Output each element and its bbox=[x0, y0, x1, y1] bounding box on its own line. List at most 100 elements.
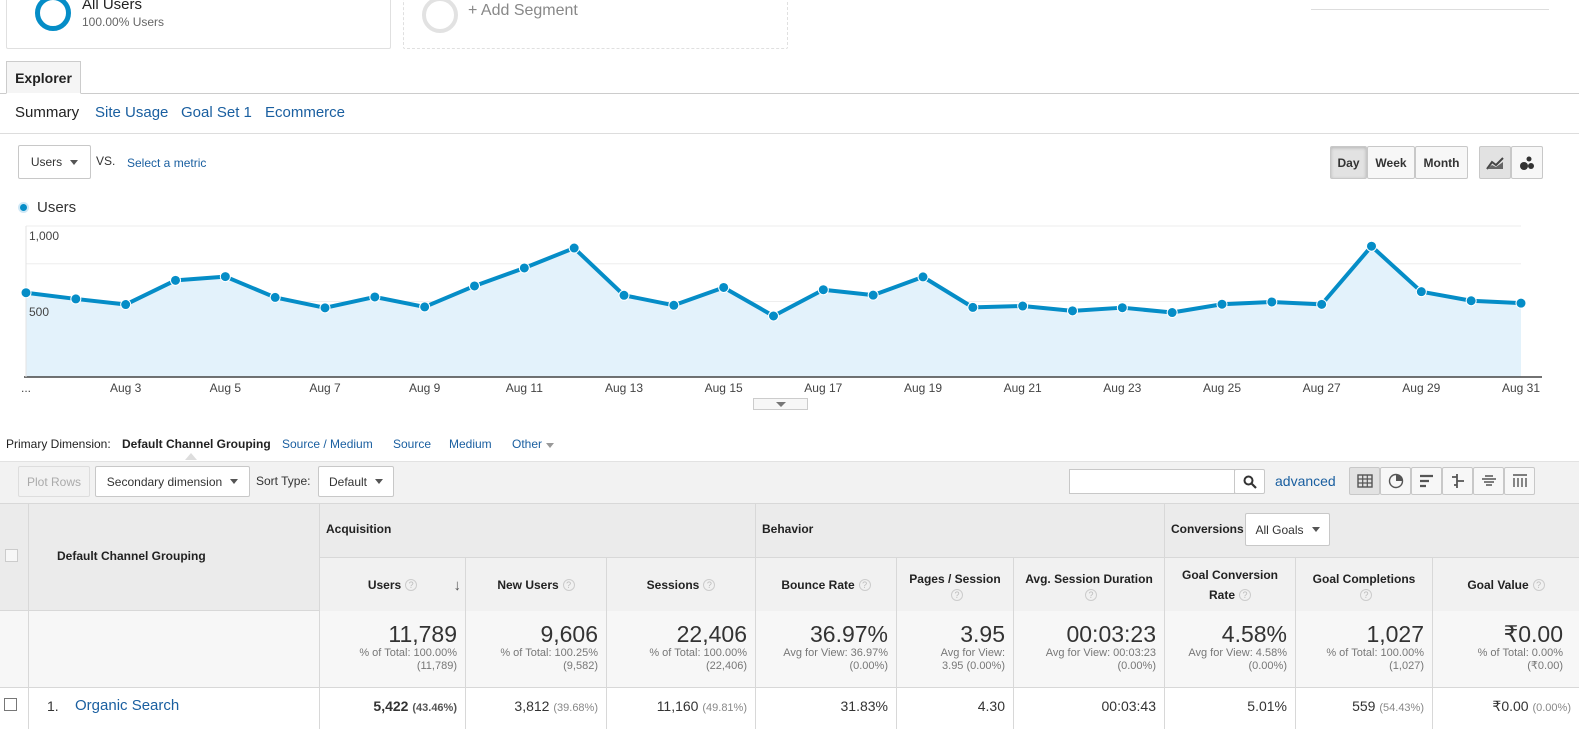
total-sessions-l1: % of Total: 100.00% bbox=[649, 647, 747, 659]
total-sessions-value: 22,406 bbox=[676, 621, 747, 647]
segment-all-users[interactable]: All Users 100.00% Users bbox=[6, 0, 391, 49]
help-icon[interactable]: ? bbox=[562, 579, 575, 592]
week-label: Week bbox=[1375, 155, 1407, 170]
header-checkbox[interactable] bbox=[5, 549, 18, 562]
total-users-value: 11,789 bbox=[388, 621, 457, 647]
x-tick-label: Aug 15 bbox=[704, 381, 743, 395]
metric-select[interactable]: Users bbox=[18, 145, 91, 179]
row-index: 1. bbox=[47, 698, 59, 714]
add-segment[interactable]: + Add Segment bbox=[403, 0, 788, 49]
x-tick-label: Aug 21 bbox=[1003, 381, 1042, 395]
row-users-value: 5,422 bbox=[373, 698, 409, 714]
col-bounce-rate-label: Bounce Rate bbox=[781, 577, 855, 592]
subtab-site-usage[interactable]: Site Usage bbox=[95, 104, 168, 121]
subtab-summary[interactable]: Summary bbox=[15, 104, 79, 121]
total-avg-duration-l1: Avg for View: 00:03:23 bbox=[1045, 647, 1156, 659]
col-goal-completions-label: Goal Completions bbox=[1312, 571, 1416, 586]
col-bounce-rate[interactable]: Bounce Rate? bbox=[756, 558, 896, 611]
col-goal-conv-rate-label-2: Rate bbox=[1208, 587, 1235, 602]
month-label: Month bbox=[1423, 155, 1460, 170]
data-point bbox=[1216, 298, 1228, 310]
total-new-users-value: 9,606 bbox=[540, 621, 598, 647]
col-avg-duration[interactable]: Avg. Session Duration? bbox=[1014, 558, 1164, 611]
dimension-medium[interactable]: Medium bbox=[449, 437, 492, 451]
view-table-button[interactable] bbox=[1349, 467, 1380, 495]
sort-type-select[interactable]: Default bbox=[318, 466, 394, 497]
sort-type-label: Sort Type: bbox=[256, 474, 311, 488]
line-chart-button[interactable] bbox=[1479, 146, 1511, 179]
help-icon[interactable]: ? bbox=[951, 588, 963, 601]
view-performance-button[interactable] bbox=[1411, 467, 1442, 495]
x-tick-label: Aug 5 bbox=[209, 381, 242, 395]
data-point bbox=[419, 301, 431, 313]
help-icon[interactable]: ? bbox=[1239, 589, 1251, 602]
data-point bbox=[1515, 297, 1527, 309]
dimension-source-medium[interactable]: Source / Medium bbox=[282, 437, 373, 451]
day-button[interactable]: Day bbox=[1330, 146, 1367, 179]
data-point bbox=[1166, 307, 1178, 319]
total-pages-session: 3.95 Avg for View: 3.95 (0.00%) bbox=[897, 621, 1013, 673]
table-search-button[interactable] bbox=[1234, 469, 1265, 494]
view-pie-button[interactable] bbox=[1380, 467, 1411, 495]
help-icon[interactable]: ? bbox=[1085, 588, 1097, 601]
dimension-other[interactable]: Other bbox=[512, 437, 555, 451]
view-term-cloud-button[interactable] bbox=[1473, 467, 1504, 495]
plot-rows-label: Plot Rows bbox=[26, 474, 82, 489]
data-point bbox=[369, 291, 381, 303]
data-point bbox=[718, 281, 730, 293]
plot-rows-button[interactable]: Plot Rows bbox=[18, 466, 90, 497]
month-button[interactable]: Month bbox=[1415, 146, 1468, 179]
view-comparison-button[interactable] bbox=[1442, 467, 1473, 495]
col-new-users[interactable]: New Users? bbox=[466, 558, 606, 611]
row-goal-value-pct: (0.00%) bbox=[1532, 702, 1571, 714]
pivot-icon bbox=[1512, 474, 1527, 487]
advanced-filter-link[interactable]: advanced bbox=[1275, 473, 1336, 489]
day-label: Day bbox=[1337, 155, 1360, 170]
data-point bbox=[70, 293, 82, 305]
data-point bbox=[319, 302, 331, 314]
chart-resize-handle[interactable] bbox=[753, 398, 808, 410]
subtab-ecommerce[interactable]: Ecommerce bbox=[265, 104, 345, 121]
total-bounce-rate-l2: (0.00%) bbox=[849, 660, 888, 672]
subtab-goal-set-1[interactable]: Goal Set 1 bbox=[181, 104, 252, 121]
group-conversions: Conversions bbox=[1171, 522, 1244, 536]
legend-dot bbox=[18, 202, 29, 213]
goals-select[interactable]: All Goals bbox=[1245, 513, 1330, 546]
total-goal-value-l1: % of Total: 0.00% bbox=[1477, 647, 1563, 659]
chevron-down-icon bbox=[230, 479, 239, 484]
dimension-header[interactable]: Default Channel Grouping bbox=[57, 549, 206, 563]
help-icon[interactable]: ? bbox=[1360, 588, 1372, 601]
row-channel-link[interactable]: Organic Search bbox=[75, 697, 179, 714]
week-button[interactable]: Week bbox=[1367, 146, 1415, 179]
tab-explorer[interactable]: Explorer bbox=[6, 61, 81, 94]
row-checkbox[interactable] bbox=[4, 698, 17, 711]
segment-ring-icon bbox=[35, 0, 71, 31]
help-icon[interactable]: ? bbox=[858, 579, 871, 592]
help-icon[interactable]: ? bbox=[703, 579, 716, 592]
total-users-l2: (11,789) bbox=[416, 660, 457, 672]
row-new-users-pct: (39.68%) bbox=[553, 702, 598, 714]
motion-chart-button[interactable] bbox=[1511, 146, 1543, 179]
help-icon[interactable]: ? bbox=[405, 578, 418, 591]
dimension-source[interactable]: Source bbox=[393, 437, 431, 451]
x-tick-label: Aug 19 bbox=[903, 381, 943, 395]
table-search-input[interactable] bbox=[1069, 469, 1235, 494]
x-tick-label: Aug 9 bbox=[408, 381, 441, 395]
help-icon[interactable]: ? bbox=[1532, 579, 1545, 592]
y-tick-1000: 1,000 bbox=[29, 229, 60, 243]
col-goal-conv-rate[interactable]: Goal Conversion Rate? bbox=[1165, 558, 1295, 611]
col-goal-value[interactable]: Goal Value? bbox=[1433, 558, 1579, 611]
total-goal-conv-rate-value: 4.58% bbox=[1221, 621, 1287, 647]
secondary-dimension-select[interactable]: Secondary dimension bbox=[95, 466, 250, 497]
row-users-pct: (43.46%) bbox=[412, 702, 457, 714]
x-tick-label: Aug 29 bbox=[1402, 381, 1441, 395]
col-goal-completions[interactable]: Goal Completions? bbox=[1296, 558, 1432, 611]
data-point bbox=[1316, 298, 1328, 310]
total-avg-duration-value: 00:03:23 bbox=[1066, 621, 1156, 647]
col-sessions[interactable]: Sessions? bbox=[607, 558, 755, 611]
col-pages-session[interactable]: Pages / Session? bbox=[897, 558, 1013, 611]
view-pivot-button[interactable] bbox=[1504, 467, 1535, 495]
data-point bbox=[469, 280, 480, 292]
select-metric-link[interactable]: Select a metric bbox=[127, 156, 206, 170]
col-users[interactable]: Users? ↓ bbox=[320, 558, 465, 611]
